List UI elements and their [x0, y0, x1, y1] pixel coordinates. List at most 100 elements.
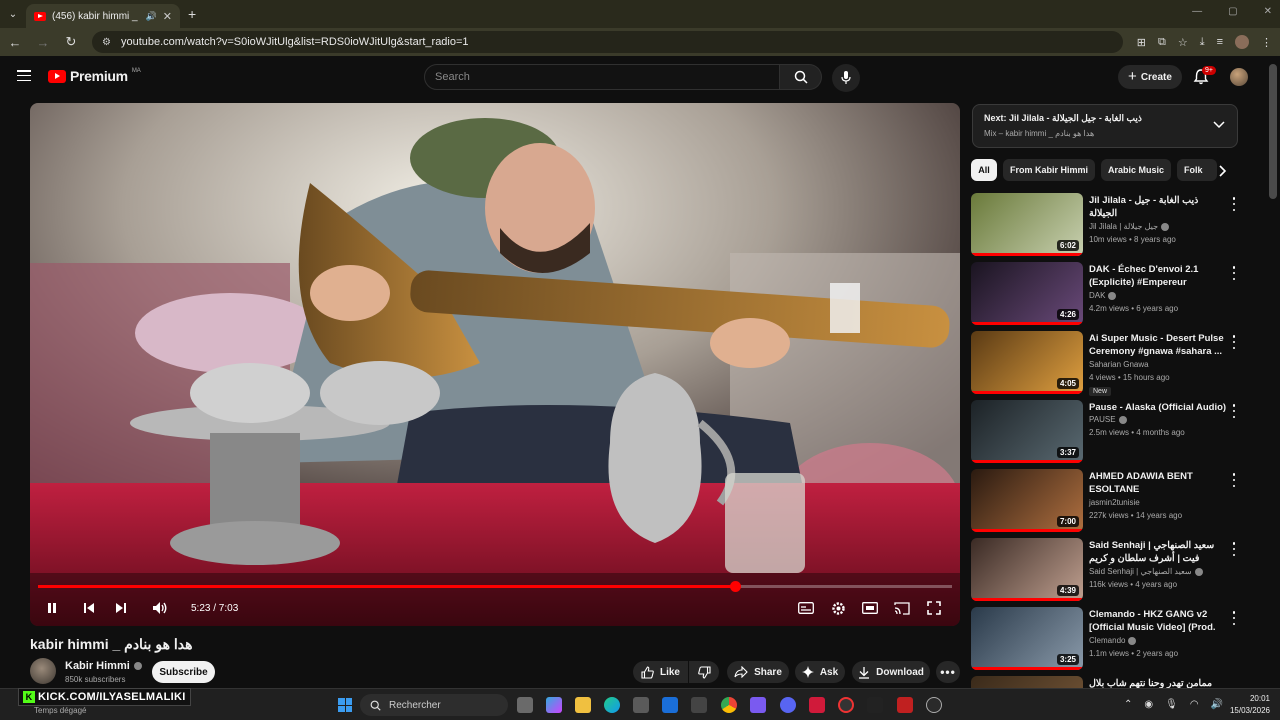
create-button[interactable]: + Create	[1118, 65, 1182, 89]
recommendation-channel[interactable]: Said Senhaji | سعيد الصنهاجي	[1089, 567, 1203, 576]
recommendation-title[interactable]: Ai Super Music - Desert Pulse Ceremony #…	[1089, 332, 1227, 358]
cast-button[interactable]	[892, 598, 912, 618]
profile-avatar[interactable]	[1235, 35, 1249, 49]
minimize-button[interactable]: —	[1192, 6, 1202, 17]
recommendation-title[interactable]: Jil Jilala - ذيب الغابة - جيل الجيلالة	[1089, 194, 1227, 220]
chip-all[interactable]: All	[971, 159, 997, 181]
forward-button[interactable]: →	[36, 35, 50, 50]
more-actions-button[interactable]: •••	[936, 661, 960, 683]
back-button[interactable]: ←	[8, 35, 22, 50]
tray-chevron-icon[interactable]: ⌃	[1124, 699, 1132, 710]
recommendation-channel[interactable]: DAK	[1089, 291, 1117, 300]
media-app-icon[interactable]	[897, 697, 913, 713]
youtube-premium-logo[interactable]: Premium MA	[48, 68, 141, 84]
recommendation-title[interactable]: AHMED ADAWIA BENT ESOLTANE	[1089, 470, 1227, 496]
more-options-icon[interactable]	[1231, 404, 1237, 418]
recommendation-item[interactable]: 4:26 DAK - Échec D'envoi 2.1 (Explicite) …	[971, 262, 1261, 326]
recommendation-item[interactable]: 3:37 Pause - Alaska (Official Audio) PAUSE…	[971, 400, 1261, 464]
recommendation-channel[interactable]: Saharian Gnawa	[1089, 360, 1149, 369]
video-thumbnail[interactable]	[971, 676, 1083, 688]
download-button[interactable]: Download	[852, 661, 930, 683]
store-icon[interactable]	[633, 697, 649, 713]
more-options-icon[interactable]	[1231, 266, 1237, 280]
share-button[interactable]: Share	[727, 661, 789, 683]
new-tab-button[interactable]: +	[188, 6, 196, 22]
app-icon[interactable]	[691, 697, 707, 713]
chrome-icon[interactable]	[721, 697, 737, 713]
install-icon[interactable]: ⧉	[1158, 36, 1166, 49]
subtitles-button[interactable]	[796, 598, 816, 618]
weather-condition[interactable]: Temps dégagé	[34, 706, 86, 715]
copilot-icon[interactable]	[546, 697, 562, 713]
recommendation-item[interactable]: 4:39 Said Senhaji | سعيد الصنهاجي فيت | أ…	[971, 538, 1261, 602]
microphone-icon[interactable]: 🎙	[1165, 699, 1178, 710]
more-options-icon[interactable]	[1231, 335, 1237, 349]
taskbar-search[interactable]: Rechercher	[360, 694, 508, 716]
edge-icon[interactable]	[604, 697, 620, 713]
pause-button[interactable]	[42, 598, 62, 618]
url-bar[interactable]: ⚙ youtube.com/watch?v=S0ioWJitUlg&list=R…	[92, 31, 1123, 53]
fullscreen-button[interactable]	[924, 598, 944, 618]
windows-start-icon[interactable]	[338, 698, 352, 712]
up-next-panel[interactable]: Next: Jil Jilala - ذيب الغابة - جيل الجي…	[972, 104, 1238, 148]
subscribe-button[interactable]: Subscribe	[152, 661, 215, 683]
settings-button[interactable]	[828, 598, 848, 618]
wifi-icon[interactable]: ◠	[1190, 699, 1199, 710]
maximize-button[interactable]: ▢	[1228, 6, 1237, 17]
chevron-down-icon[interactable]	[1213, 121, 1225, 129]
recommendation-channel[interactable]: jasmin2tunisie	[1089, 498, 1140, 507]
discord-icon[interactable]	[780, 697, 796, 713]
recommendation-title[interactable]: DAK - Échec D'envoi 2.1 (Explicite) #Emp…	[1089, 263, 1227, 289]
recommendation-title[interactable]: ممامن تهدر وحنا نتهم شاب بلال	[1089, 677, 1227, 688]
chip-from-channel[interactable]: From Kabir Himmi	[1003, 159, 1095, 181]
voice-search-button[interactable]	[832, 64, 860, 92]
close-tab-icon[interactable]: ✕	[163, 10, 172, 23]
file-explorer-icon[interactable]	[575, 697, 591, 713]
progress-bar[interactable]	[38, 581, 952, 592]
ask-button[interactable]: Ask	[795, 661, 845, 683]
recommendation-title[interactable]: Said Senhaji | سعيد الصنهاجي فيت | أشرف …	[1089, 539, 1227, 565]
video-player[interactable]: 5:23 / 7:03	[30, 103, 960, 626]
translate-icon[interactable]: ⊞	[1137, 36, 1146, 49]
dislike-button[interactable]	[689, 661, 719, 683]
browser-tab[interactable]: (456) kabir himmi _ هدا هو بنادم 🔊 ✕	[26, 4, 180, 28]
speaker-icon[interactable]: 🔊	[146, 11, 157, 22]
site-info-icon[interactable]: ⚙	[102, 37, 111, 48]
video-thumbnail[interactable]: 7:00	[971, 469, 1083, 532]
miniplayer-button[interactable]	[860, 598, 880, 618]
volume-button[interactable]	[150, 598, 170, 618]
app-dark-icon[interactable]	[867, 697, 883, 713]
reload-button[interactable]: ↻	[64, 34, 78, 50]
recommendation-item[interactable]: 6:02 Jil Jilala - ذيب الغابة - جيل الجيلا…	[971, 193, 1261, 257]
recommendation-item[interactable]: 7:00 AHMED ADAWIA BENT ESOLTANE jasmin2tun…	[971, 469, 1261, 533]
recommendation-channel[interactable]: Jil Jilala | جيل جيلالة	[1089, 222, 1170, 231]
outlook-icon[interactable]	[662, 697, 678, 713]
chip-folk[interactable]: Folk	[1177, 159, 1217, 181]
chrome-active-icon[interactable]	[838, 697, 854, 713]
recommendation-item[interactable]: 3:25 Clemando - HKZ GANG v2 [Official Mus…	[971, 607, 1261, 671]
chevron-right-icon[interactable]	[1216, 164, 1230, 178]
search-button[interactable]	[780, 64, 822, 90]
recommendation-item[interactable]: ممامن تهدر وحنا نتهم شاب بلال	[971, 676, 1261, 688]
taskbar-clock[interactable]: 20:01 15/03/2026	[1228, 693, 1270, 717]
download-icon[interactable]: ⤓	[1200, 36, 1205, 49]
page-scrollbar[interactable]	[1269, 64, 1277, 199]
video-thumbnail[interactable]: 3:25	[971, 607, 1083, 670]
video-thumbnail[interactable]: 3:37	[971, 400, 1083, 463]
video-thumbnail[interactable]: 4:26	[971, 262, 1083, 325]
volume-icon[interactable]: 🔊	[1211, 699, 1223, 710]
reading-list-icon[interactable]: ≡	[1217, 36, 1223, 48]
recommendation-title[interactable]: Pause - Alaska (Official Audio)	[1089, 401, 1227, 414]
chip-arabic-music[interactable]: Arabic Music	[1101, 159, 1171, 181]
channel-name-link[interactable]: Kabir Himmi	[65, 660, 142, 672]
account-avatar[interactable]	[1230, 68, 1248, 86]
recommendation-title[interactable]: Clemando - HKZ GANG v2 [Official Music V…	[1089, 608, 1227, 634]
tab-search-button[interactable]: ⌄	[0, 0, 26, 28]
close-window-button[interactable]: ✕	[1264, 6, 1272, 17]
video-thumbnail[interactable]: 4:05	[971, 331, 1083, 394]
like-button[interactable]: Like	[633, 661, 688, 683]
more-options-icon[interactable]	[1231, 197, 1237, 211]
player-app-icon[interactable]	[926, 697, 942, 713]
browser-menu-icon[interactable]: ⋮	[1261, 36, 1272, 49]
menu-icon[interactable]	[17, 70, 31, 81]
